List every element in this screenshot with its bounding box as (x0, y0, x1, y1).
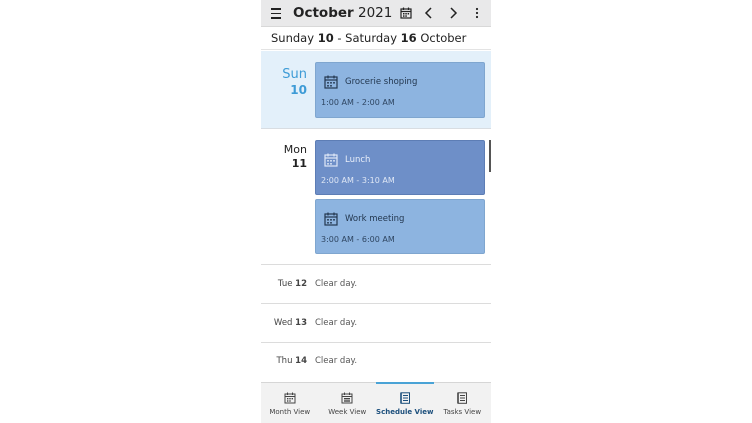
tab-label: Month View (269, 408, 311, 416)
day-number: 13 (295, 318, 307, 328)
day-row-mon[interactable]: Mon 11 Lunch 2:00 AM - 3:10 AM Work meet… (261, 129, 491, 265)
month-title[interactable]: October 2021 (293, 5, 392, 21)
range-start-day: Sunday (271, 31, 315, 45)
day-name: Tue (277, 279, 293, 289)
day-label: Wed 13 (274, 318, 307, 328)
range-end-num: 16 (400, 31, 417, 45)
tab-week-view[interactable]: Week View (319, 383, 377, 423)
event-card[interactable]: Work meeting 3:00 AM - 6:00 AM (315, 199, 485, 254)
day-row-thu[interactable]: Thu 14 Clear day. (261, 342, 491, 380)
bottom-tab-bar: Month View Week View Schedule View Tasks… (261, 382, 491, 423)
day-name: Wed (273, 318, 293, 328)
range-start-num: 10 (317, 31, 334, 45)
day-label: Sun 10 (282, 67, 307, 97)
tab-month-view[interactable]: Month View (261, 383, 319, 423)
event-title: Grocerie shoping (345, 77, 418, 87)
event-card[interactable]: Grocerie shoping 1:00 AM - 2:00 AM (315, 62, 485, 118)
day-row-sun[interactable]: Sun 10 Grocerie shoping 1:00 AM - 2:00 A… (261, 51, 491, 129)
event-card[interactable]: Lunch 2:00 AM - 3:10 AM (315, 140, 485, 195)
tab-label: Tasks View (443, 408, 482, 416)
week-view-icon (341, 392, 353, 404)
hamburger-menu-icon[interactable] (269, 5, 283, 21)
day-number: 11 (291, 157, 307, 170)
year-label: 2021 (357, 5, 393, 21)
event-calendar-icon (324, 211, 338, 226)
chevron-right-icon[interactable] (444, 4, 462, 22)
day-label: Thu 14 (276, 356, 307, 366)
clear-day-text: Clear day. (315, 279, 358, 289)
month-view-icon (284, 392, 296, 404)
tab-tasks-view[interactable]: Tasks View (434, 383, 492, 423)
event-title: Lunch (345, 155, 371, 165)
range-end-day: Saturday (345, 31, 397, 45)
event-calendar-icon (324, 152, 338, 167)
day-number: 12 (295, 279, 307, 289)
day-number: 14 (295, 356, 307, 366)
event-time: 1:00 AM - 2:00 AM (321, 98, 395, 107)
scrollbar-thumb[interactable] (489, 140, 491, 172)
event-time: 3:00 AM - 6:00 AM (321, 235, 395, 244)
clear-day-text: Clear day. (315, 356, 358, 366)
calendar-icon[interactable] (397, 4, 415, 22)
day-name: Thu (276, 356, 293, 366)
month-label: October (293, 5, 354, 21)
app-toolbar: October 2021 (261, 0, 491, 27)
tab-label: Schedule View (376, 408, 434, 416)
tab-label: Week View (328, 408, 367, 416)
more-vertical-icon[interactable] (468, 4, 486, 22)
event-calendar-icon (324, 74, 338, 89)
range-end-month: October (420, 31, 467, 45)
day-row-wed[interactable]: Wed 13 Clear day. (261, 304, 491, 343)
event-title: Work meeting (345, 214, 405, 224)
day-row-tue[interactable]: Tue 12 Clear day. (261, 265, 491, 304)
tasks-view-icon (457, 392, 468, 404)
phone-screen: October 2021 Sunday 10 - Saturday 16 Oct… (261, 0, 491, 423)
date-range-header: Sunday 10 - Saturday 16 October (261, 27, 491, 50)
day-number: 10 (290, 83, 307, 97)
day-label: Tue 12 (278, 279, 307, 289)
chevron-left-icon[interactable] (420, 4, 438, 22)
tab-schedule-view[interactable]: Schedule View (376, 382, 434, 423)
range-separator: - (333, 31, 346, 45)
schedule-view-icon (399, 392, 410, 404)
clear-day-text: Clear day. (315, 318, 358, 328)
event-time: 2:00 AM - 3:10 AM (321, 176, 395, 185)
day-name: Sun (282, 67, 307, 82)
day-label: Mon 11 (284, 143, 307, 170)
day-name: Mon (283, 143, 307, 156)
